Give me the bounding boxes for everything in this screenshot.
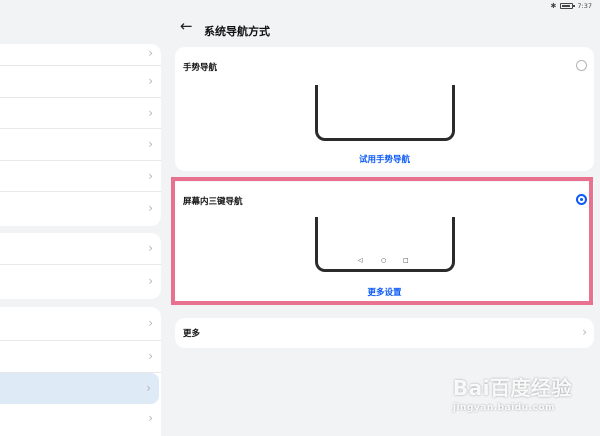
- watermark-main: Bai百度经验: [452, 376, 572, 400]
- chevron-right-icon: ›: [148, 316, 153, 330]
- list-item[interactable]: ›: [0, 404, 161, 436]
- list-item[interactable]: ›: [0, 233, 161, 265]
- try-gesture-link[interactable]: 试用手势导航: [175, 153, 594, 165]
- baidu-watermark: Bai百度经验 jingyan.baidu.com: [453, 372, 572, 413]
- back-arrow-icon[interactable]: ←: [180, 19, 193, 34]
- settings-group-2: › ›: [0, 233, 161, 299]
- highlight-annotation: [171, 177, 593, 305]
- gesture-preview-illustration: [315, 85, 455, 141]
- list-item[interactable]: ›: [0, 307, 161, 341]
- chevron-right-icon: ›: [146, 381, 151, 395]
- list-item[interactable]: ›: [0, 98, 161, 129]
- status-bar: ✱ 7:37: [0, 0, 600, 14]
- chevron-right-icon: ›: [148, 106, 153, 120]
- battery-icon: [560, 3, 576, 9]
- list-item-selected[interactable]: ›: [0, 373, 159, 404]
- more-label: 更多: [183, 329, 201, 339]
- chevron-right-icon: ›: [148, 411, 153, 425]
- chevron-right-icon: ›: [148, 241, 153, 255]
- chevron-right-icon: ›: [148, 46, 153, 60]
- status-time: 7:37: [577, 2, 592, 10]
- chevron-right-icon: ›: [148, 349, 153, 363]
- list-item[interactable]: ›: [0, 161, 161, 192]
- settings-group-1: › › › › › ›: [0, 44, 161, 226]
- list-item[interactable]: ›: [0, 192, 161, 226]
- list-item[interactable]: ›: [0, 265, 161, 299]
- chevron-right-icon: ›: [148, 169, 153, 183]
- status-icons: ✱ 7:37: [551, 2, 592, 10]
- chevron-right-icon: ›: [148, 274, 153, 288]
- more-card[interactable]: ›: [175, 318, 594, 348]
- chevron-right-icon: ›: [582, 325, 587, 339]
- list-item[interactable]: ›: [0, 44, 161, 66]
- list-item[interactable]: ›: [0, 341, 161, 373]
- list-item[interactable]: ›: [0, 66, 161, 98]
- chevron-right-icon: ›: [148, 137, 153, 151]
- gesture-radio[interactable]: [576, 60, 587, 71]
- page-title: 系统导航方式: [204, 25, 270, 38]
- list-item[interactable]: ›: [0, 129, 161, 161]
- watermark-sub: jingyan.baidu.com: [452, 403, 555, 413]
- option-gesture-title: 手势导航: [183, 63, 218, 73]
- chevron-right-icon: ›: [148, 74, 153, 88]
- chevron-right-icon: ›: [148, 201, 153, 215]
- option-gesture-card[interactable]: 手势导航 试用手势导航: [175, 47, 594, 171]
- bluetooth-icon: ✱: [550, 1, 557, 10]
